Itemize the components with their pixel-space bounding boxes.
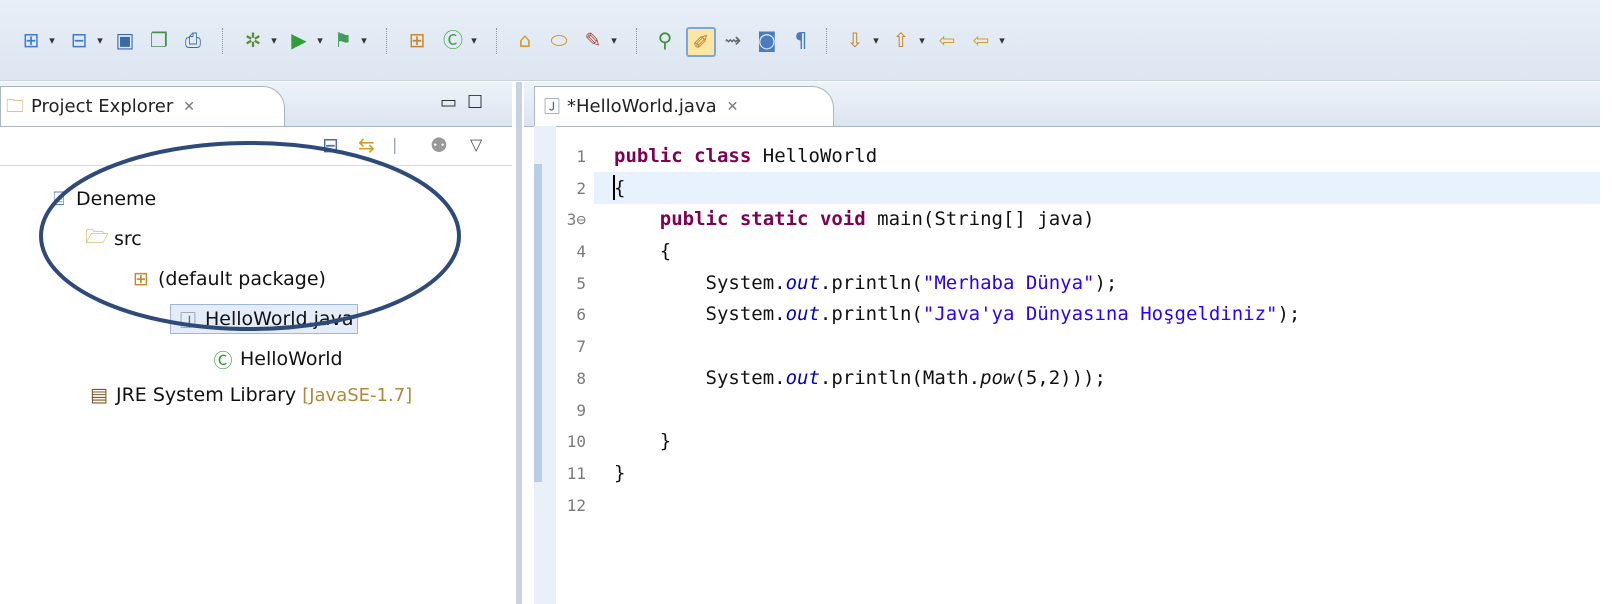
new-wizard-dropdown[interactable]: ▾ <box>46 27 58 53</box>
line-number: 4 <box>576 242 586 262</box>
back-icon[interactable]: ⇦ <box>968 27 994 53</box>
line-number: 1 <box>576 147 586 166</box>
project-explorer-icon: 🗀 <box>6 95 24 117</box>
line-number: 6 <box>576 305 586 325</box>
previous-annotation-dropdown[interactable]: ▾ <box>916 27 928 53</box>
line-numbers: 1 2 3⊖ 4 5 6 7 8 9 10 11 12 <box>552 141 586 521</box>
window-edge <box>1600 0 1612 604</box>
search-icon[interactable]: ✎ <box>580 27 606 53</box>
new-icon[interactable]: ⊟ <box>66 27 92 53</box>
code-line-5: System.out.println("Merhaba Dünya"); <box>705 271 1118 294</box>
code-line-6: System.out.println("Java'ya Dünyasına Ho… <box>705 303 1301 326</box>
run-icon[interactable]: ▶ <box>286 27 312 53</box>
line-number: 8 <box>576 368 586 388</box>
open-type-icon[interactable]: ⌂ <box>512 27 538 53</box>
search-dropdown[interactable]: ▾ <box>608 27 620 53</box>
save-all-icon[interactable]: ❐ <box>146 27 172 53</box>
previous-annotation-icon[interactable]: ⇧ <box>888 27 914 53</box>
mark-occurrences-icon[interactable]: ✐ <box>686 27 716 57</box>
editor-tabbar: 🄹 *HelloWorld.java ✕ <box>524 82 1600 127</box>
next-annotation-dropdown[interactable]: ▾ <box>870 27 882 53</box>
code-line-10: } <box>659 430 672 453</box>
line-number: 7 <box>576 337 586 357</box>
annotation-ellipse <box>39 141 461 331</box>
java-editor: 🄹 *HelloWorld.java ✕ 1 2 3⊖ 4 5 6 7 8 9 … <box>524 82 1600 604</box>
tab-project-explorer-label: Project Explorer <box>31 96 174 117</box>
code-area[interactable]: public class HelloWorld { public static … <box>614 141 1300 521</box>
new-dropdown[interactable]: ▾ <box>94 27 106 53</box>
code-line-11: } <box>614 461 626 484</box>
line-number[interactable]: 3⊖ <box>552 204 586 236</box>
save-icon[interactable]: ▣ <box>112 27 138 53</box>
library-icon: ▤ <box>90 384 108 406</box>
editor-tab-label: *HelloWorld.java <box>567 96 717 117</box>
change-marker <box>534 164 542 482</box>
line-number: 9 <box>576 400 586 420</box>
line-number: 11 <box>566 463 586 483</box>
code-line-1: public class HelloWorld <box>614 145 878 167</box>
new-class-dropdown[interactable]: ▾ <box>468 27 480 53</box>
new-wizard-icon[interactable]: ⊞ <box>18 27 44 53</box>
code-line-2: { <box>614 176 626 199</box>
close-icon[interactable]: ✕ <box>183 99 195 115</box>
print-icon[interactable]: ⎙ <box>180 27 206 53</box>
back-dropdown[interactable]: ▾ <box>996 27 1008 53</box>
line-number: 12 <box>566 495 586 515</box>
next-annotation-icon[interactable]: ⇩ <box>842 27 868 53</box>
code-line-3: public static void main(String[] java) <box>659 208 1095 231</box>
toggle-breadcrumb-icon[interactable]: ⚲ <box>652 27 678 53</box>
maximize-icon[interactable]: ☐ <box>467 92 483 113</box>
open-task-icon[interactable]: ⬭ <box>546 27 572 53</box>
close-icon[interactable]: ✕ <box>727 99 739 115</box>
block-selection-icon[interactable]: ⇝ <box>720 27 746 53</box>
debug-dropdown[interactable]: ▾ <box>268 27 280 53</box>
code-line-4: { <box>659 240 672 263</box>
run-dropdown[interactable]: ▾ <box>314 27 326 53</box>
tab-helloworld-java[interactable]: 🄹 *HelloWorld.java ✕ <box>534 86 834 126</box>
java-class-icon: Ⓒ <box>213 349 233 372</box>
new-java-package-icon[interactable]: ⊞ <box>404 27 430 53</box>
debug-icon[interactable]: ✲ <box>240 27 266 53</box>
external-tools-dropdown[interactable]: ▾ <box>358 27 370 53</box>
tab-project-explorer[interactable]: 🗀 Project Explorer ✕ <box>0 86 285 126</box>
view-menu-icon[interactable]: ▽ <box>470 133 482 157</box>
show-whitespace-icon[interactable]: ◙ <box>754 27 780 53</box>
main-toolbar: ⊞ ▾ ⊟ ▾ ▣ ❐ ⎙ ✲ ▾ ▶ ▾ ⚑ ▾ ⊞ Ⓒ ▾ ⌂ ⬭ ✎ ▾ … <box>0 0 1600 81</box>
new-java-class-icon[interactable]: Ⓒ <box>440 27 466 53</box>
line-number: 5 <box>576 273 586 293</box>
line-number: 2 <box>576 178 586 198</box>
code-line-8: System.out.println(Math.pow(5,2))); <box>705 366 1106 389</box>
external-tools-icon[interactable]: ⚑ <box>330 27 356 53</box>
formatting-marks-icon[interactable]: ¶ <box>788 27 814 53</box>
panel-divider[interactable] <box>516 82 522 604</box>
minimize-icon[interactable]: ▭ <box>440 92 457 113</box>
project-explorer-tabbar: 🗀 Project Explorer ✕ ▭ ☐ <box>0 82 512 127</box>
tree-item-helloworld-class[interactable]: Ⓒ HelloWorld <box>210 342 342 376</box>
line-number: 10 <box>566 432 586 452</box>
java-file-icon: 🄹 <box>543 96 560 116</box>
last-edit-location-icon[interactable]: ⇦ <box>934 27 960 53</box>
tree-item-jre-library[interactable]: ▤ JRE System Library [JavaSE-1.7] <box>86 378 412 412</box>
